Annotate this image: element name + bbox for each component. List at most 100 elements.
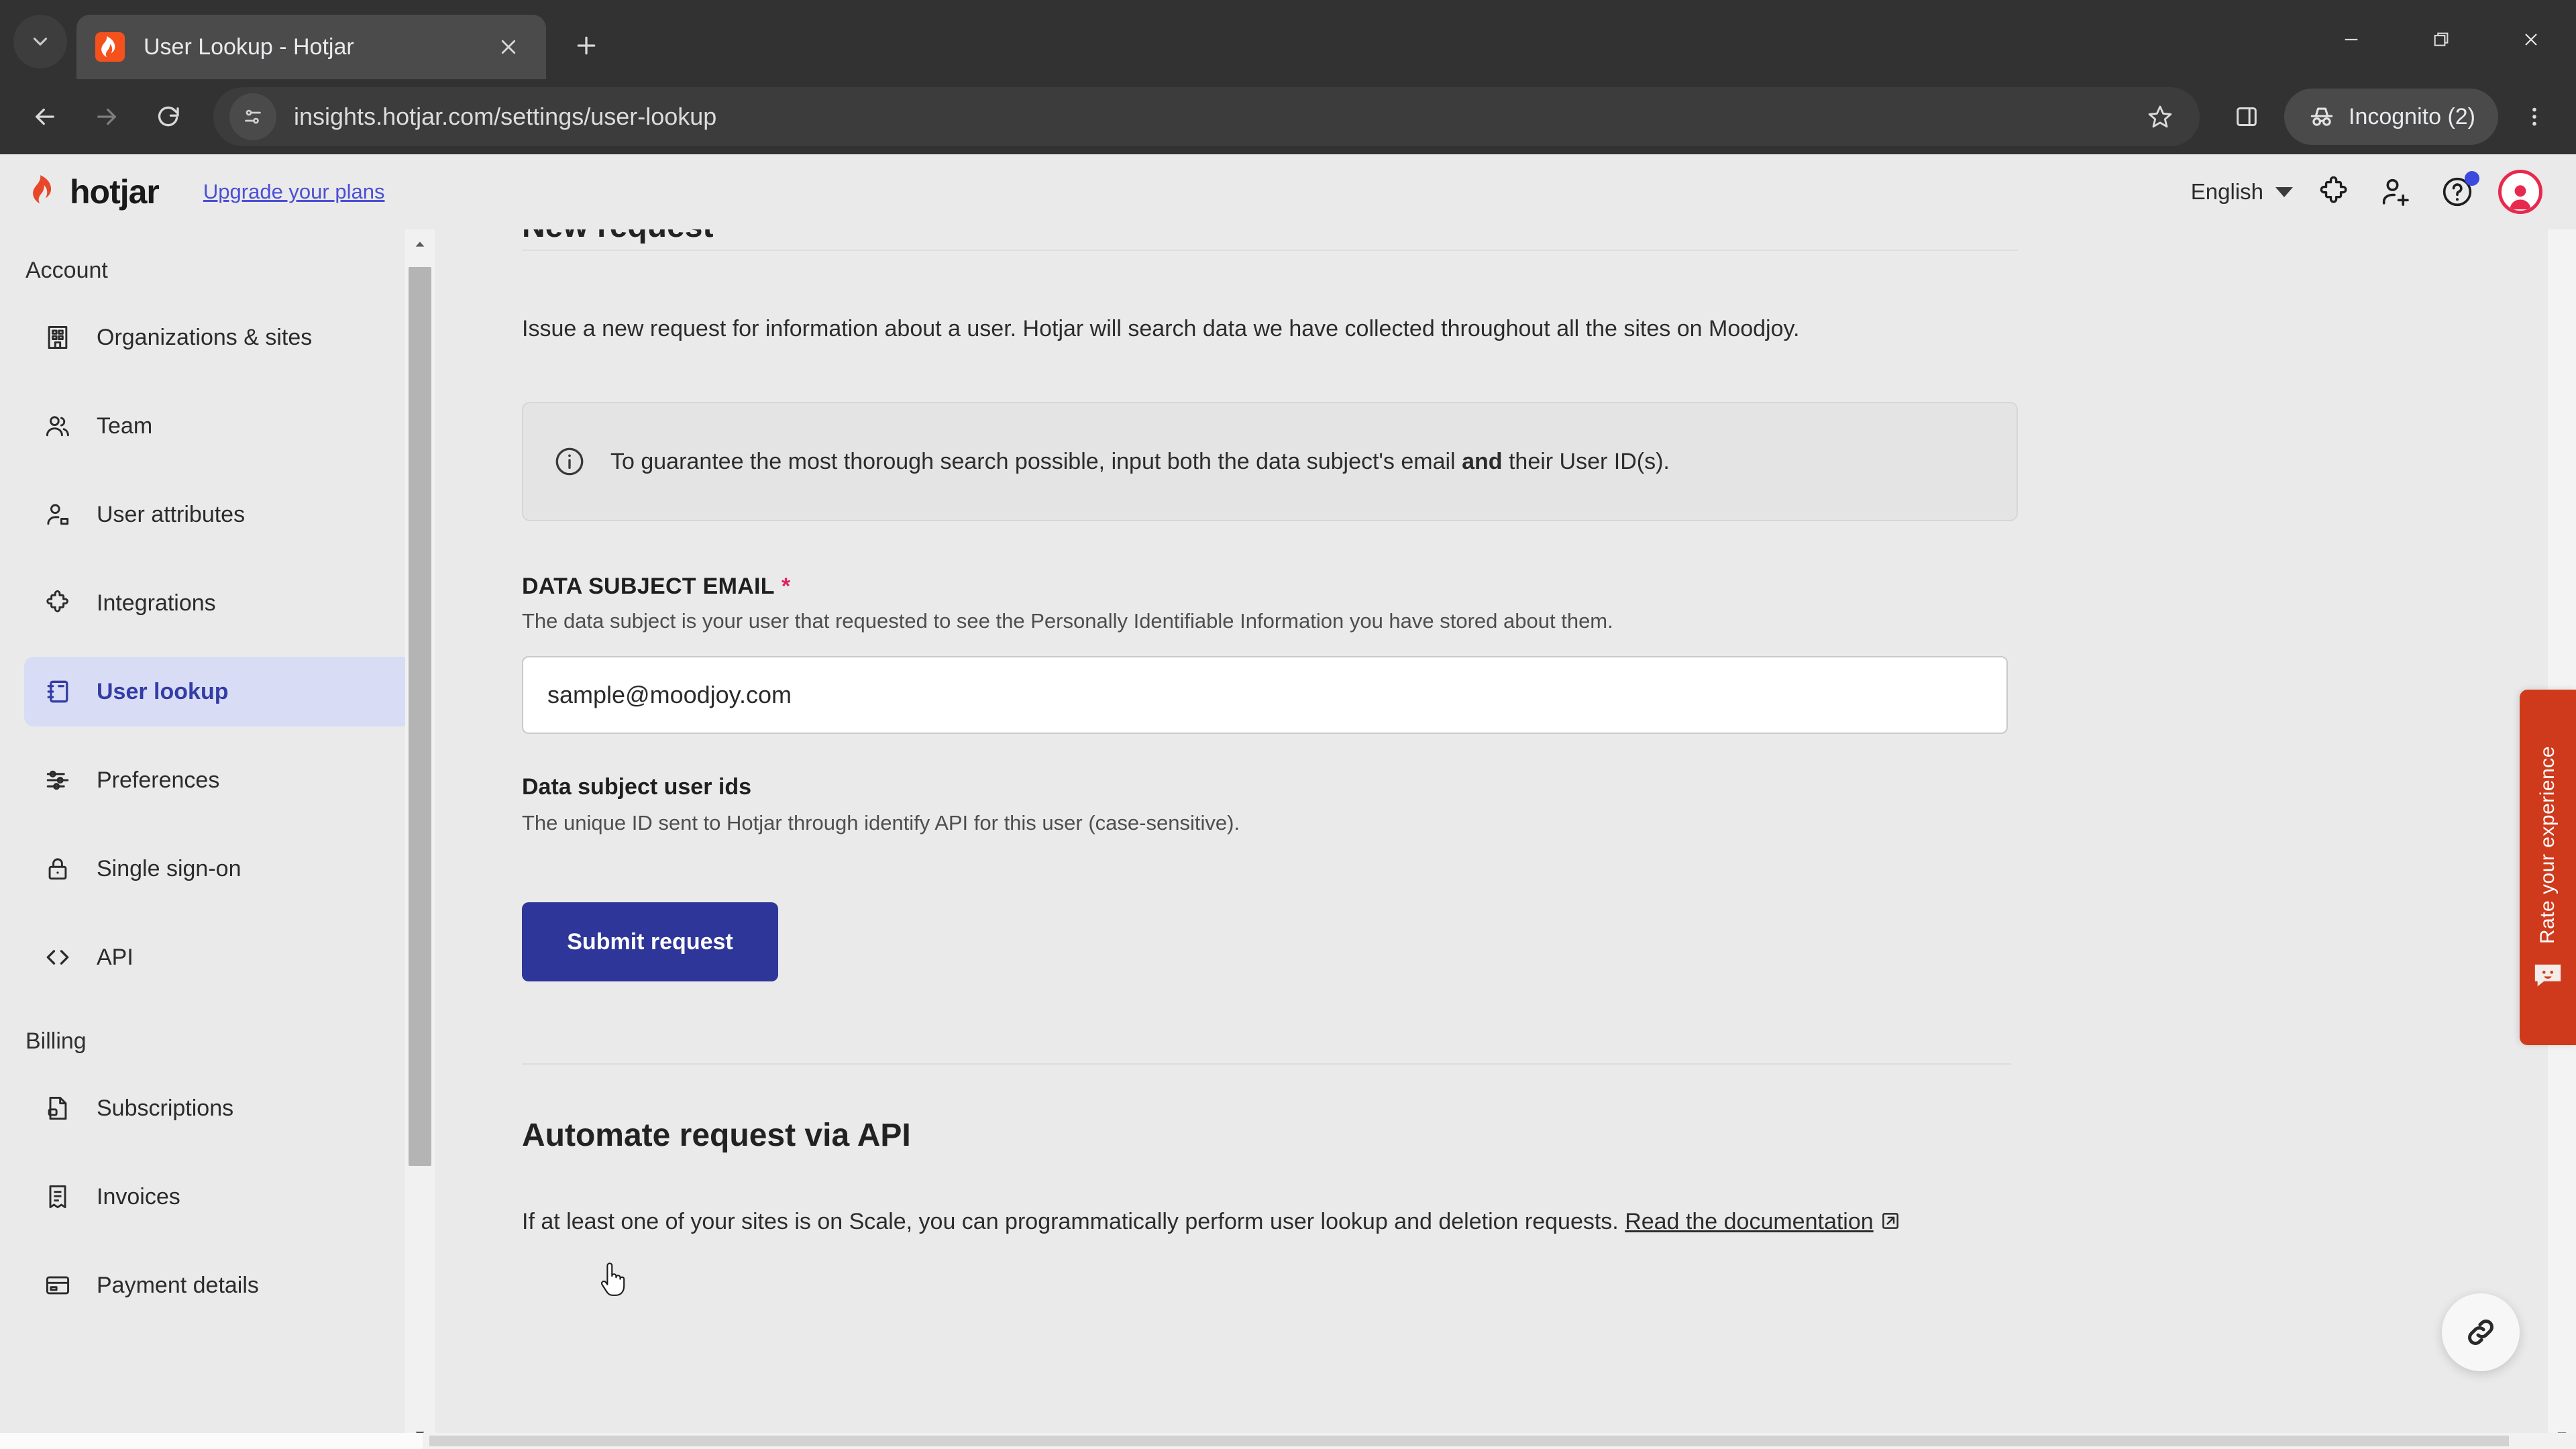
- sidebar-item-invoices[interactable]: Invoices: [24, 1162, 411, 1232]
- user-ids-help: The unique ID sent to Hotjar through ide…: [522, 811, 1240, 835]
- browser-tab[interactable]: User Lookup - Hotjar: [76, 15, 546, 79]
- tab-title: User Lookup - Hotjar: [144, 34, 354, 60]
- app-header-actions: English: [2191, 170, 2542, 214]
- sidebar-item-label: Preferences: [97, 767, 220, 793]
- hotjar-favicon-icon: [95, 32, 125, 62]
- smiley-feedback-icon: [2532, 962, 2563, 989]
- rate-your-experience-tab[interactable]: Rate your experience: [2520, 690, 2576, 1045]
- back-arrow-icon[interactable]: [16, 88, 74, 146]
- sidebar-item-label: User attributes: [97, 501, 246, 527]
- language-selector[interactable]: English: [2191, 179, 2293, 205]
- info-text-after: their User ID(s).: [1502, 448, 1670, 474]
- sidebar-item-label: API: [97, 944, 133, 970]
- info-text-before: To guarantee the most thorough search po…: [610, 448, 1462, 474]
- browser-window: User Lookup - Hotjar insights.hotjar.com…: [0, 0, 2576, 1449]
- help-question-icon[interactable]: [2436, 171, 2479, 213]
- sidebar-item-label: Single sign-on: [97, 855, 241, 881]
- page-hscroll-thumb[interactable]: [429, 1436, 2509, 1446]
- chevron-down-icon: [2275, 186, 2293, 197]
- tab-search-icon[interactable]: [13, 15, 67, 68]
- sidebar-item-api[interactable]: API: [24, 922, 411, 992]
- reload-icon[interactable]: [140, 88, 197, 146]
- sidebar-item-preferences[interactable]: Preferences: [24, 745, 411, 815]
- user-avatar-icon[interactable]: [2498, 170, 2542, 214]
- star-icon[interactable]: [2137, 93, 2184, 140]
- email-label-text: DATA SUBJECT EMAIL: [522, 574, 775, 600]
- sidebar-item-label: Subscriptions: [97, 1095, 234, 1121]
- puzzle-piece-icon: [42, 587, 74, 619]
- copy-link-floating-button[interactable]: [2442, 1293, 2520, 1371]
- page-settings-icon[interactable]: [229, 93, 276, 140]
- page-title: New request: [522, 229, 713, 245]
- info-banner: To guarantee the most thorough search po…: [522, 402, 2018, 522]
- sidebar-item-single-sign-on[interactable]: Single sign-on: [24, 834, 411, 904]
- required-asterisk: *: [781, 574, 791, 600]
- sidebar-item-team[interactable]: Team: [24, 391, 411, 461]
- close-icon[interactable]: [2486, 0, 2576, 79]
- incognito-label: Incognito (2): [2349, 103, 2475, 129]
- sidebar-item-label: Invoices: [97, 1183, 180, 1210]
- data-subject-email-input[interactable]: sample@moodjoy.com: [522, 656, 2008, 735]
- app-header: hotjar Upgrade your plans English: [0, 154, 2576, 229]
- three-dot-menu-icon[interactable]: [2509, 88, 2560, 146]
- sidebar-item-user-lookup[interactable]: User lookup: [24, 657, 411, 727]
- new-tab-button[interactable]: [559, 19, 613, 72]
- api-section-paragraph: If at least one of your sites is on Scal…: [522, 1205, 1998, 1239]
- hotjar-logo[interactable]: hotjar: [25, 172, 160, 211]
- section-divider: [522, 1063, 2011, 1065]
- minimize-icon[interactable]: [2306, 0, 2396, 79]
- email-input-value: sample@moodjoy.com: [547, 681, 792, 709]
- sidebar-item-user-attributes[interactable]: User attributes: [24, 480, 411, 549]
- code-brackets-icon: [42, 941, 74, 973]
- info-banner-text: To guarantee the most thorough search po…: [610, 449, 1670, 475]
- people-icon: [42, 410, 74, 442]
- user-tag-icon: [42, 498, 74, 531]
- forward-arrow-icon[interactable]: [78, 88, 136, 146]
- sidebar-group-billing: Billing: [25, 1028, 87, 1054]
- sidebar-item-subscriptions[interactable]: Subscriptions: [24, 1073, 411, 1143]
- sidebar-item-label: Payment details: [97, 1272, 259, 1298]
- incognito-profile-button[interactable]: Incognito (2): [2284, 89, 2498, 145]
- sliders-icon: [42, 764, 74, 796]
- read-documentation-link[interactable]: Read the documentation: [1625, 1209, 1873, 1234]
- sidebar-scrollbar[interactable]: [405, 229, 435, 1449]
- tab-close-icon[interactable]: [490, 28, 527, 66]
- language-label: English: [2190, 179, 2263, 204]
- page-horizontal-scrollbar[interactable]: [0, 1433, 2576, 1449]
- hotjar-wordmark: hotjar: [70, 173, 160, 211]
- document-card-icon: [42, 1092, 74, 1124]
- scroll-up-arrow-icon[interactable]: [405, 229, 435, 259]
- address-bar[interactable]: insights.hotjar.com/settings/user-lookup: [213, 87, 2200, 146]
- main-content: New request Issue a new request for info…: [435, 229, 2576, 1449]
- mouse-cursor: [599, 1261, 627, 1299]
- puzzle-piece-icon[interactable]: [2313, 171, 2355, 213]
- building-icon: [42, 321, 74, 354]
- url-text: insights.hotjar.com/settings/user-lookup: [294, 103, 717, 130]
- app-body: Account Organizations & sites Team User …: [0, 229, 2576, 1449]
- top-divider: [522, 250, 2018, 251]
- sidebar-item-label: Integrations: [97, 590, 216, 616]
- user-ids-label: Data subject user ids: [522, 774, 752, 800]
- rate-tab-label: Rate your experience: [2536, 746, 2559, 945]
- settings-sidebar: Account Organizations & sites Team User …: [0, 229, 435, 1449]
- email-field-help: The data subject is your user that reque…: [522, 609, 1613, 633]
- lock-icon: [42, 853, 74, 885]
- sidebar-item-label: User lookup: [97, 678, 229, 704]
- submit-request-button[interactable]: Submit request: [522, 902, 778, 982]
- side-panel-icon[interactable]: [2220, 90, 2273, 144]
- submit-button-label: Submit request: [567, 928, 733, 955]
- maximize-icon[interactable]: [2396, 0, 2486, 79]
- new-request-heading-clipped: New request: [522, 229, 2018, 268]
- sidebar-item-organizations-sites[interactable]: Organizations & sites: [24, 303, 411, 372]
- page-viewport: hotjar Upgrade your plans English Accoun…: [0, 154, 2576, 1449]
- notebook-icon: [42, 676, 74, 708]
- upgrade-plans-link[interactable]: Upgrade your plans: [203, 180, 385, 204]
- info-text-bold: and: [1462, 448, 1503, 474]
- sidebar-scroll-thumb[interactable]: [409, 267, 431, 1166]
- notification-dot: [2465, 171, 2479, 186]
- hotjar-logo-icon: [33, 175, 52, 204]
- sidebar-item-payment-details[interactable]: Payment details: [24, 1250, 411, 1320]
- invite-user-icon[interactable]: [2375, 171, 2416, 213]
- sidebar-item-integrations[interactable]: Integrations: [24, 568, 411, 638]
- sidebar-item-label: Team: [97, 413, 153, 439]
